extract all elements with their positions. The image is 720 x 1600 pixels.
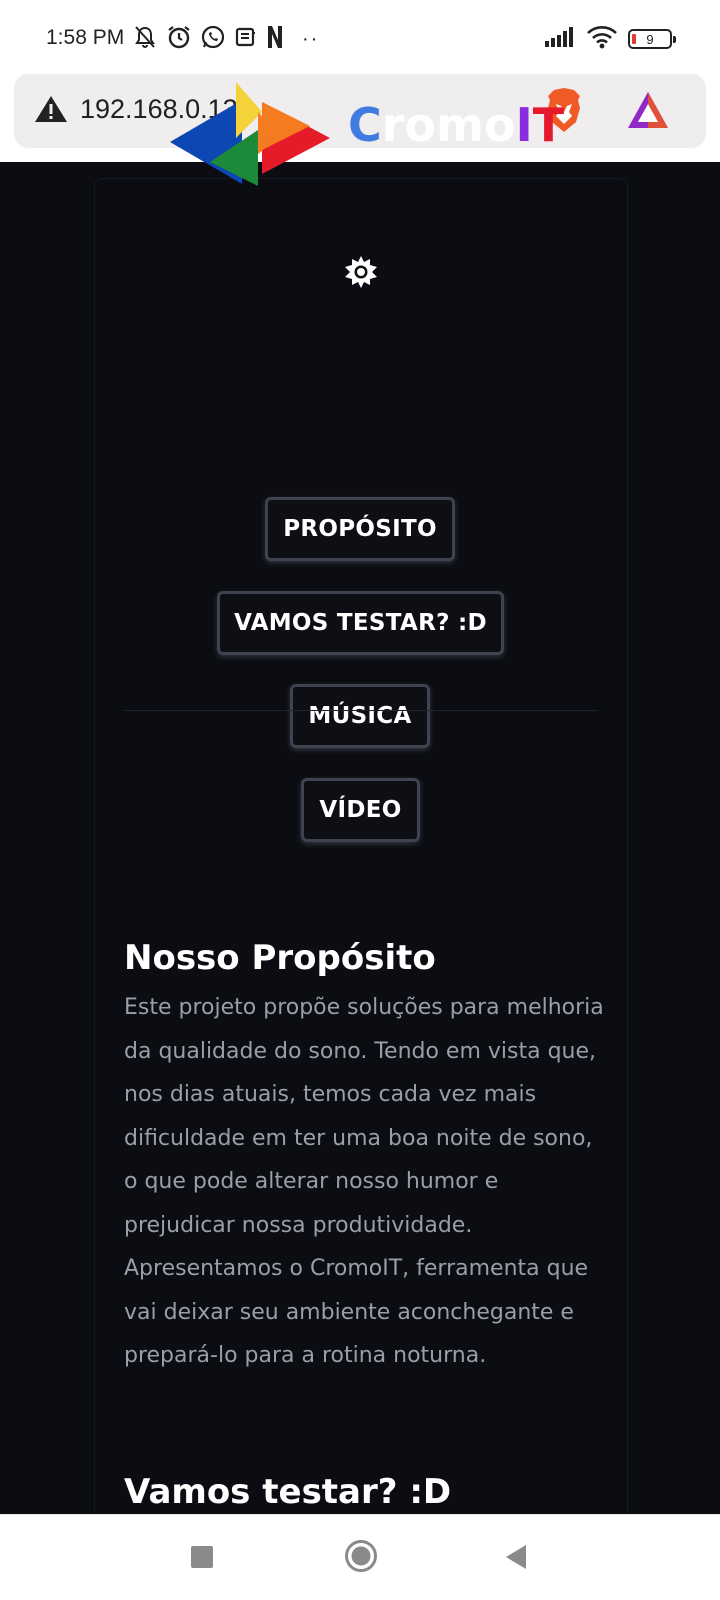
brave-rewards-icon[interactable] <box>626 90 670 134</box>
logo-letters-romo: romo <box>381 98 516 152</box>
nav-button-proposito[interactable]: PROPÓSITO <box>265 497 455 561</box>
warning-icon[interactable] <box>34 94 68 128</box>
section-body-proposito: Este projeto propõe soluções para melhor… <box>124 995 604 1368</box>
logo-letter-c: C <box>348 98 382 152</box>
system-icons: 9 <box>544 24 676 54</box>
section-divider <box>124 710 598 711</box>
logo-text: CromoIT <box>348 98 564 152</box>
battery-icon: 9 <box>628 29 676 49</box>
status-bar: 1:58 PM ·· 9 <box>0 0 720 76</box>
sun-icon[interactable] <box>344 255 378 289</box>
netflix-icon <box>266 24 284 54</box>
notification-icons: ·· <box>132 24 319 54</box>
section-title-proposito: Nosso Propósito <box>124 938 436 978</box>
logo-letter-t: T <box>532 98 565 152</box>
home-icon[interactable] <box>344 1539 378 1577</box>
muted-bell-icon <box>132 24 158 54</box>
whatsapp-icon <box>200 24 226 54</box>
theme-toggle-button[interactable] <box>343 254 379 290</box>
signal-icon <box>544 26 576 52</box>
nav-button-vamos-testar[interactable]: VAMOS TESTAR? :D <box>217 591 504 655</box>
nav-button-musica[interactable]: MÚSICA <box>290 684 430 748</box>
nav-button-video[interactable]: VÍDEO <box>301 778 420 842</box>
alarm-icon <box>166 24 192 54</box>
more-notifications-indicator: ·· <box>302 27 320 50</box>
logo-letter-i: I <box>515 98 533 152</box>
battery-level: 9 <box>646 31 654 47</box>
wifi-icon <box>586 25 618 53</box>
status-time: 1:58 PM <box>46 26 125 49</box>
system-navigation-bar <box>0 1514 720 1600</box>
logo-mark <box>170 82 330 186</box>
news-icon <box>234 25 258 53</box>
section-title-vamos-testar: Vamos testar? :D <box>124 1472 452 1512</box>
back-icon[interactable] <box>504 1543 528 1575</box>
recents-icon[interactable] <box>190 1545 214 1573</box>
